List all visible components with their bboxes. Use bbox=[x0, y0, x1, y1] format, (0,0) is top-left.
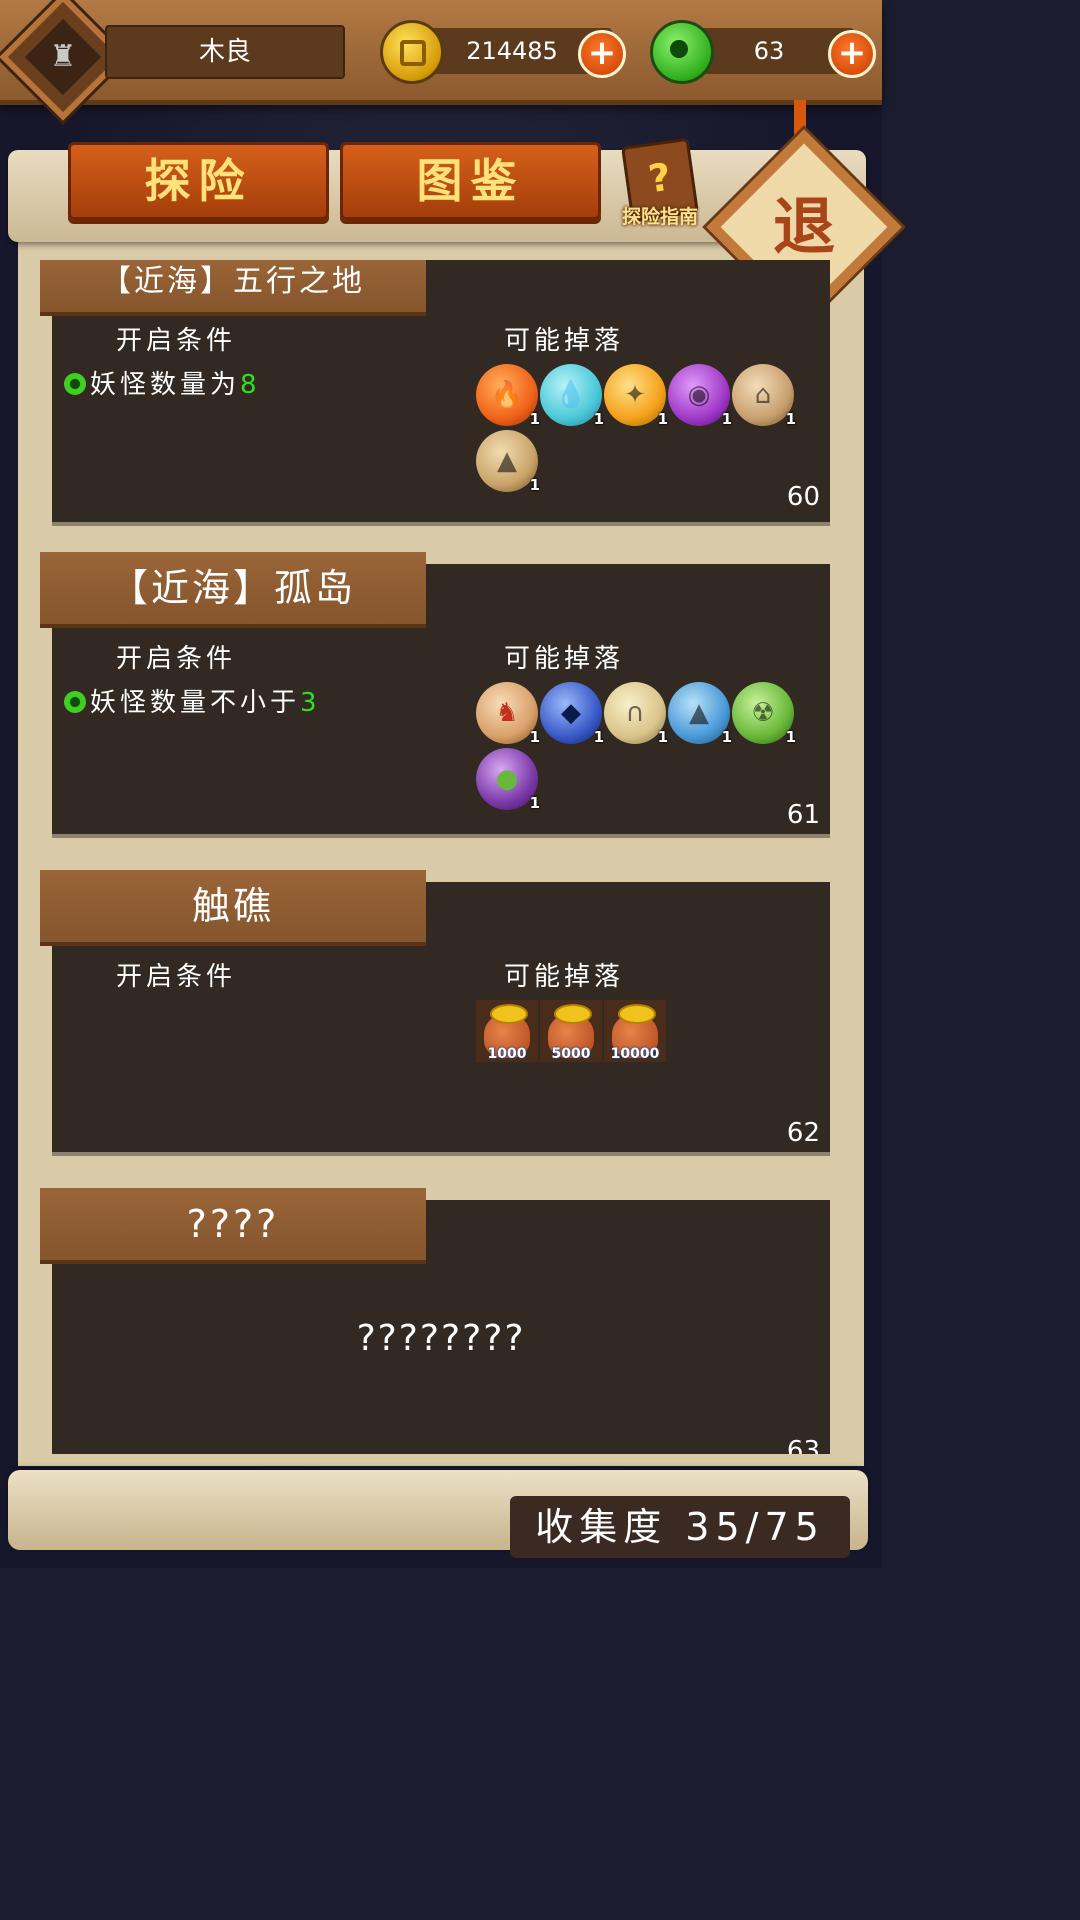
collection-value: 35/75 bbox=[685, 1505, 825, 1549]
card-title: 【近海】五行之地 bbox=[40, 260, 426, 316]
red-demon-orb-icon[interactable]: ♞ 1 bbox=[476, 682, 540, 746]
tab-explore[interactable]: 探险 bbox=[68, 142, 329, 220]
blue-eye-orb-icon[interactable]: ▲ 1 bbox=[668, 682, 732, 746]
drop-list: ♞ 1 ◆ 1 ∩ 1 ▲ 1 ☢ 1 ● 1 bbox=[476, 682, 806, 814]
beige-arch-orb-icon[interactable]: ∩ 1 bbox=[604, 682, 668, 746]
collection-label: 收集度 bbox=[535, 1505, 668, 1549]
condition-label: 开启条件 bbox=[116, 326, 237, 356]
collection-progress: 收集度 35/75 bbox=[510, 1496, 850, 1558]
purple-seed-orb-icon[interactable]: ● 1 bbox=[476, 748, 540, 812]
robot-icon: ♜ bbox=[49, 39, 77, 74]
avatar-frame: ♜ bbox=[24, 18, 102, 96]
jade-condition-icon bbox=[64, 691, 86, 713]
money-bag-icon[interactable]: 1000 bbox=[476, 1000, 538, 1062]
wood-sign-orb-icon[interactable]: ⌂ 1 bbox=[732, 364, 796, 428]
condition-label: 开启条件 bbox=[116, 644, 237, 674]
condition-text: 妖怪数量不小于3 bbox=[64, 682, 321, 719]
add-gold-button[interactable]: + bbox=[578, 30, 626, 78]
drops-label: 可能掉落 bbox=[504, 962, 625, 992]
card-title: ???? bbox=[40, 1188, 426, 1264]
stage-number: 62 bbox=[786, 1118, 820, 1148]
jade-coin-icon bbox=[650, 20, 714, 84]
drops-label: 可能掉落 bbox=[504, 644, 625, 674]
drop-list: 1000 5000 10000 bbox=[476, 1000, 806, 1062]
guide-label: 探险指南 bbox=[621, 206, 698, 228]
jade-condition-icon bbox=[64, 373, 86, 395]
blue-crystal-orb-icon[interactable]: ◆ 1 bbox=[540, 682, 604, 746]
fire-orb-icon[interactable]: 🔥 1 bbox=[476, 364, 540, 428]
condition-text: 妖怪数量为8 bbox=[64, 364, 261, 401]
guide-button[interactable]: ? 探险指南 bbox=[610, 137, 710, 234]
locked-text: ???????? bbox=[356, 1318, 526, 1359]
money-bag-icon[interactable]: 10000 bbox=[604, 1000, 666, 1062]
card-title: 触礁 bbox=[40, 870, 426, 946]
player-name: 木良 bbox=[105, 25, 345, 79]
purple-eye-orb-icon[interactable]: ◉ 1 bbox=[668, 364, 732, 428]
stage-number: 61 bbox=[786, 800, 820, 830]
tab-codex[interactable]: 图鉴 bbox=[340, 142, 601, 220]
stage-card-63[interactable]: ???? ???????? 63 bbox=[40, 1188, 834, 1454]
stage-number: 60 bbox=[786, 482, 820, 512]
money-bag-icon[interactable]: 5000 bbox=[540, 1000, 602, 1062]
gold-coin-icon bbox=[380, 20, 444, 84]
gold-star-orb-icon[interactable]: ✦ 1 bbox=[604, 364, 668, 428]
card-title: 【近海】孤岛 bbox=[40, 552, 426, 628]
water-drop-orb-icon[interactable]: 💧 1 bbox=[540, 364, 604, 428]
earth-rock-orb-icon[interactable]: ▲ 1 bbox=[476, 430, 540, 494]
drops-label: 可能掉落 bbox=[504, 326, 625, 356]
stage-number: 63 bbox=[786, 1436, 820, 1454]
drop-list: 🔥 1 💧 1 ✦ 1 ◉ 1 ⌂ 1 ▲ 1 bbox=[476, 364, 806, 496]
condition-label: 开启条件 bbox=[116, 962, 237, 992]
add-jade-button[interactable]: + bbox=[828, 30, 876, 78]
green-gem-orb-icon[interactable]: ☢ 1 bbox=[732, 682, 796, 746]
